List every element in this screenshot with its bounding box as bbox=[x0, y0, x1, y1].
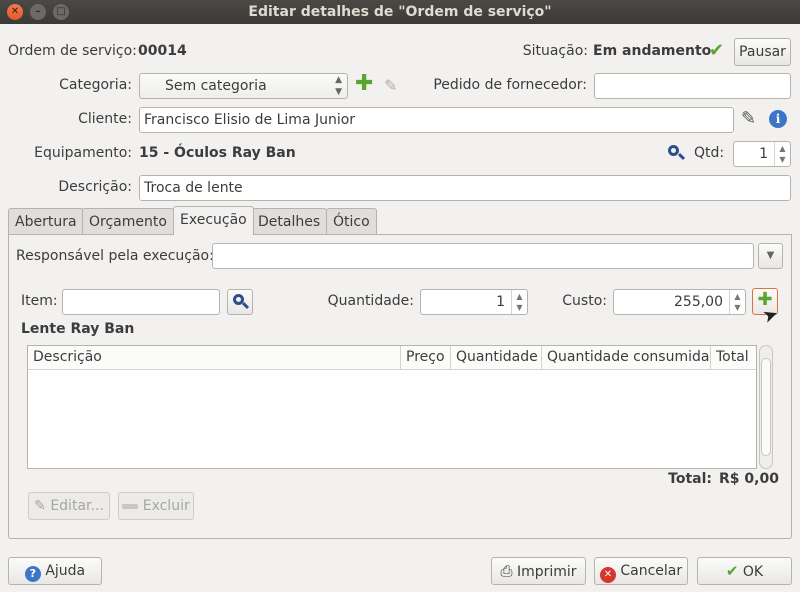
column-header-label: Quantidade bbox=[456, 349, 538, 365]
cancel-icon: ✕ bbox=[599, 567, 616, 583]
tab-label: Execução bbox=[180, 212, 247, 228]
column-header-label: Preço bbox=[406, 349, 445, 365]
check-icon: ✔ bbox=[725, 562, 739, 580]
delete-button[interactable]: Excluir bbox=[118, 492, 194, 520]
quantity-label: Quantidade: bbox=[327, 293, 414, 309]
tab-otico[interactable]: Ótico bbox=[326, 208, 377, 235]
total-value: R$ 0,00 bbox=[719, 471, 779, 487]
edit-icon: ✎ bbox=[34, 498, 46, 514]
pause-button-label: Pausar bbox=[739, 44, 786, 60]
cost-spinner[interactable]: 255,00 ▲ ▼ bbox=[613, 289, 746, 315]
selected-item-label: Lente Ray Ban bbox=[21, 321, 135, 337]
scrollbar-thumb[interactable] bbox=[761, 358, 771, 456]
description-field[interactable]: Troca de lente bbox=[139, 175, 791, 201]
status-value: Em andamento bbox=[593, 43, 712, 59]
ok-button[interactable]: ✔ OK bbox=[697, 557, 792, 585]
select-arrows-icon: ▲ ▼ bbox=[335, 75, 342, 97]
status-label: Situação: bbox=[522, 43, 588, 59]
spinner-arrows-icon[interactable]: ▲ ▼ bbox=[774, 142, 790, 166]
help-button[interactable]: ? Ajuda bbox=[8, 557, 102, 585]
pause-button[interactable]: Pausar bbox=[734, 38, 791, 66]
category-select-value: Sem categoria bbox=[165, 78, 267, 94]
column-header-label: Total bbox=[716, 349, 749, 365]
order-value: 00014 bbox=[138, 43, 187, 59]
quantity-value: 1 bbox=[496, 294, 505, 310]
search-icon bbox=[233, 294, 250, 310]
client-label: Cliente: bbox=[78, 111, 132, 127]
qty-value: 1 bbox=[759, 146, 768, 162]
column-header-preco[interactable]: Preço bbox=[401, 346, 451, 370]
delete-icon bbox=[122, 503, 139, 509]
tab-execucao[interactable]: Execução bbox=[173, 206, 254, 235]
help-icon: ? bbox=[24, 566, 41, 582]
column-header-descricao[interactable]: Descrição bbox=[28, 346, 401, 370]
tab-label: Orçamento bbox=[89, 214, 167, 230]
tab-label: Abertura bbox=[15, 214, 77, 230]
add-category-icon[interactable]: ✚ bbox=[355, 73, 373, 95]
tab-label: Detalhes bbox=[258, 214, 321, 230]
item-field[interactable] bbox=[62, 289, 220, 315]
maximize-window-button[interactable]: □ bbox=[53, 4, 69, 20]
column-header-quantidade[interactable]: Quantidade bbox=[451, 346, 542, 370]
check-icon: ✔ bbox=[709, 40, 725, 61]
column-header-total[interactable]: Total bbox=[711, 346, 756, 370]
tab-orcamento[interactable]: Orçamento bbox=[82, 208, 174, 235]
print-button-label: Imprimir bbox=[516, 564, 577, 580]
total-label: Total: bbox=[668, 471, 712, 487]
print-icon: ⎙ bbox=[500, 562, 513, 580]
cancel-button[interactable]: ✕ Cancelar bbox=[594, 557, 688, 585]
equipment-value: 15 - Óculos Ray Ban bbox=[139, 145, 296, 161]
close-icon: ✕ bbox=[10, 6, 20, 17]
column-header-label: Quantidade consumida bbox=[547, 349, 710, 365]
tab-detalhes[interactable]: Detalhes bbox=[251, 208, 328, 235]
category-label: Categoria: bbox=[59, 77, 132, 93]
column-header-label: Descrição bbox=[33, 349, 102, 365]
close-window-button[interactable]: ✕ bbox=[7, 4, 23, 20]
tab-label: Ótico bbox=[333, 214, 370, 230]
dropdown-arrow-icon: ▼ bbox=[766, 250, 775, 261]
category-select[interactable]: Sem categoria ▲ ▼ bbox=[139, 73, 348, 99]
column-header-quantidade-consumida[interactable]: Quantidade consumida bbox=[542, 346, 711, 370]
minimize-window-button[interactable]: – bbox=[30, 4, 46, 20]
window-title: Editar detalhes de "Ordem de serviço" bbox=[248, 4, 552, 20]
edit-button-label: Editar... bbox=[50, 498, 104, 514]
item-label: Item: bbox=[21, 293, 58, 309]
edit-category-icon[interactable]: ✎ bbox=[384, 76, 397, 95]
qty-spinner[interactable]: 1 ▲ ▼ bbox=[733, 141, 791, 167]
ok-button-label: OK bbox=[742, 564, 764, 580]
cost-label: Custo: bbox=[562, 293, 607, 309]
qty-label: Qtd: bbox=[694, 145, 725, 161]
responsible-field[interactable] bbox=[212, 243, 754, 269]
order-label: Ordem de serviço: bbox=[8, 43, 137, 59]
cancel-button-label: Cancelar bbox=[620, 563, 683, 579]
edit-client-icon[interactable]: ✎ bbox=[741, 108, 756, 129]
description-label: Descrição: bbox=[58, 179, 132, 195]
equipment-label: Equipamento: bbox=[34, 145, 132, 161]
cost-value: 255,00 bbox=[674, 294, 723, 310]
info-icon[interactable]: i bbox=[769, 110, 787, 128]
edit-button[interactable]: ✎ Editar... bbox=[28, 492, 110, 520]
search-item-button[interactable] bbox=[227, 289, 253, 315]
maximize-icon: □ bbox=[56, 6, 66, 17]
table-scrollbar[interactable] bbox=[759, 345, 773, 469]
client-field[interactable]: Francisco Elisio de Lima Junior bbox=[139, 107, 734, 133]
tab-abertura[interactable]: Abertura bbox=[8, 208, 84, 235]
responsible-label: Responsável pela execução: bbox=[16, 248, 214, 264]
quantity-spinner[interactable]: 1 ▲ ▼ bbox=[420, 289, 528, 315]
window-title-bar: Editar detalhes de "Ordem de serviço" bbox=[0, 0, 800, 24]
supplier-label: Pedido de fornecedor: bbox=[433, 77, 587, 93]
spinner-arrows-icon[interactable]: ▲ ▼ bbox=[729, 290, 745, 314]
delete-button-label: Excluir bbox=[142, 498, 190, 514]
supplier-field[interactable] bbox=[594, 73, 791, 99]
responsible-dropdown-button[interactable]: ▼ bbox=[758, 243, 783, 269]
spinner-arrows-icon[interactable]: ▲ ▼ bbox=[511, 290, 527, 314]
minimize-icon: – bbox=[35, 6, 41, 17]
print-button[interactable]: ⎙ Imprimir bbox=[491, 557, 586, 585]
help-button-label: Ajuda bbox=[45, 563, 86, 579]
search-equipment-icon[interactable] bbox=[667, 144, 686, 162]
